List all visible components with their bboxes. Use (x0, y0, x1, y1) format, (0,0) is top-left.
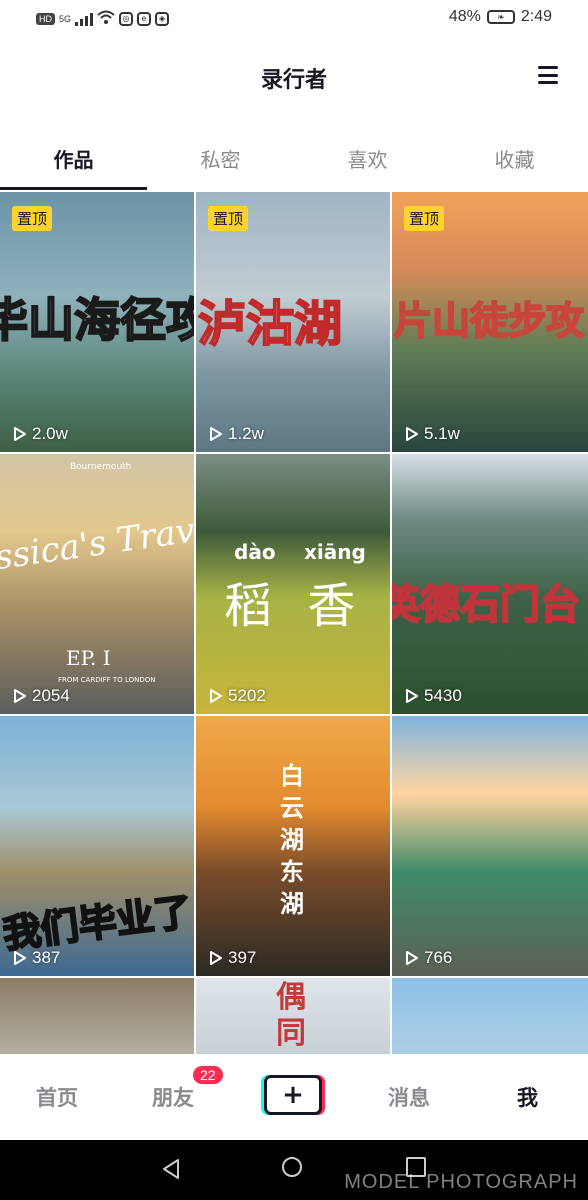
wifi-icon (97, 9, 115, 28)
video-caption: 偶 同 (276, 980, 306, 1051)
video-tile[interactable]: 766 (392, 716, 588, 978)
video-tile[interactable]: dào xiāng 稻 香 5202 (196, 454, 392, 716)
play-count-value: 5202 (228, 686, 266, 705)
video-tile[interactable]: 白云湖东湖 397 (196, 716, 392, 978)
video-caption: 我们毕业了 (0, 889, 195, 958)
watermark: MODEL PHOTOGRAPH (344, 1171, 578, 1193)
play-icon (406, 427, 418, 441)
play-count: 1.2w (208, 424, 264, 444)
video-episode: EP. I (66, 646, 111, 670)
status-left: HD 5G ◎ e ◈ (36, 9, 170, 28)
video-tile[interactable]: 我们毕业了 387 (0, 716, 196, 978)
create-button[interactable]: + (264, 1075, 322, 1115)
play-count: 2.0w (12, 424, 68, 444)
play-count-value: 2054 (32, 686, 70, 705)
video-tile[interactable] (0, 978, 196, 1054)
nav-me[interactable]: 我 (517, 1082, 538, 1112)
plus-icon: + (282, 1080, 304, 1110)
hamburger-menu-icon[interactable] (538, 66, 558, 84)
play-count: 766 (404, 948, 452, 968)
nav-home[interactable]: 首页 (36, 1082, 78, 1112)
nav-messages[interactable]: 消息 (388, 1082, 430, 1112)
video-location-label: Bournemouth (70, 462, 132, 472)
play-count-value: 766 (424, 948, 453, 967)
clock: 2:49 (520, 8, 552, 25)
video-caption: 毕山海径攻 (0, 292, 194, 348)
nav-friends[interactable]: 朋友 (152, 1082, 194, 1112)
back-icon[interactable] (160, 1158, 182, 1180)
play-icon (210, 951, 222, 965)
video-pinyin: dào (234, 540, 276, 564)
video-tile[interactable] (392, 978, 588, 1054)
pinned-badge: 置顶 (208, 206, 249, 231)
video-tile[interactable]: 偶 同 (196, 978, 392, 1054)
status-bar: HD 5G ◎ e ◈ 48% ❧ 2:49 (0, 0, 588, 36)
play-count: 5430 (404, 686, 462, 706)
tab-private[interactable]: 私密 (147, 140, 294, 190)
friends-badge: 22 (193, 1066, 223, 1084)
profile-tabs: 作品 私密 喜欢 收藏 (0, 140, 588, 190)
app-notification-icon-3: ◈ (155, 11, 170, 26)
app-notification-icon-2: e (137, 11, 152, 26)
play-count: 5.1w (404, 424, 460, 444)
video-tile[interactable]: 置顶 毕山海径攻 2.0w (0, 192, 196, 454)
play-count-value: 1.2w (228, 424, 264, 443)
battery-icon: ❧ (486, 10, 515, 24)
home-icon[interactable] (282, 1157, 302, 1177)
video-caption: 白云湖东湖 (280, 761, 304, 918)
network-indicator: 5G (59, 13, 72, 24)
play-icon (210, 689, 222, 703)
video-caption: 片山徒步攻 (393, 298, 585, 344)
play-count: 397 (208, 948, 256, 968)
play-icon (406, 689, 418, 703)
play-count: 387 (12, 948, 60, 968)
play-count-value: 397 (228, 948, 257, 967)
tab-works[interactable]: 作品 (0, 140, 147, 190)
page-title: 录行者 (260, 68, 327, 93)
play-icon (14, 689, 26, 703)
profile-header: 录行者 (0, 36, 588, 118)
video-caption: 泸沽湖 (197, 295, 343, 353)
play-count: 2054 (12, 686, 70, 706)
tab-favorites[interactable]: 收藏 (441, 140, 588, 190)
system-nav-bar: MODEL PHOTOGRAPH (0, 1140, 588, 1200)
play-count-value: 5430 (424, 686, 462, 705)
pinned-badge: 置顶 (12, 206, 53, 231)
play-count-value: 2.0w (32, 424, 68, 443)
video-pinyin: xiāng (304, 540, 366, 564)
tab-likes[interactable]: 喜欢 (294, 140, 441, 190)
bottom-nav: 首页 朋友 22 + 消息 我 (0, 1054, 588, 1140)
video-tile[interactable]: 置顶 泸沽湖 1.2w (196, 192, 392, 454)
video-caption: ssica's Travel v (0, 502, 196, 579)
video-tile[interactable]: 英德石门台 5430 (392, 454, 588, 716)
video-caption: 英德石门台 (392, 581, 581, 629)
app-notification-icon: ◎ (119, 11, 134, 26)
play-count-value: 5.1w (424, 424, 460, 443)
battery-percent: 48% (448, 8, 481, 25)
video-grid: 置顶 毕山海径攻 2.0w 置顶 泸沽湖 1.2w 置顶 片山徒步攻 5.1w … (0, 192, 588, 1054)
play-count: 5202 (208, 686, 266, 706)
status-right: 48% ❧ 2:49 (449, 8, 552, 26)
play-icon (210, 427, 222, 441)
play-icon (406, 951, 418, 965)
play-count-value: 387 (32, 948, 61, 967)
video-tile[interactable]: 置顶 片山徒步攻 5.1w (392, 192, 588, 454)
pinned-badge: 置顶 (404, 206, 445, 231)
play-icon (14, 427, 26, 441)
video-caption: 稻 香 (224, 578, 366, 634)
video-subtitle: FROM CARDIFF TO LONDON (58, 676, 156, 684)
video-tile[interactable]: Bournemouth ssica's Travel v EP. I FROM … (0, 454, 196, 716)
signal-icon (75, 12, 94, 26)
hd-indicator: HD (36, 12, 55, 25)
play-icon (14, 951, 26, 965)
